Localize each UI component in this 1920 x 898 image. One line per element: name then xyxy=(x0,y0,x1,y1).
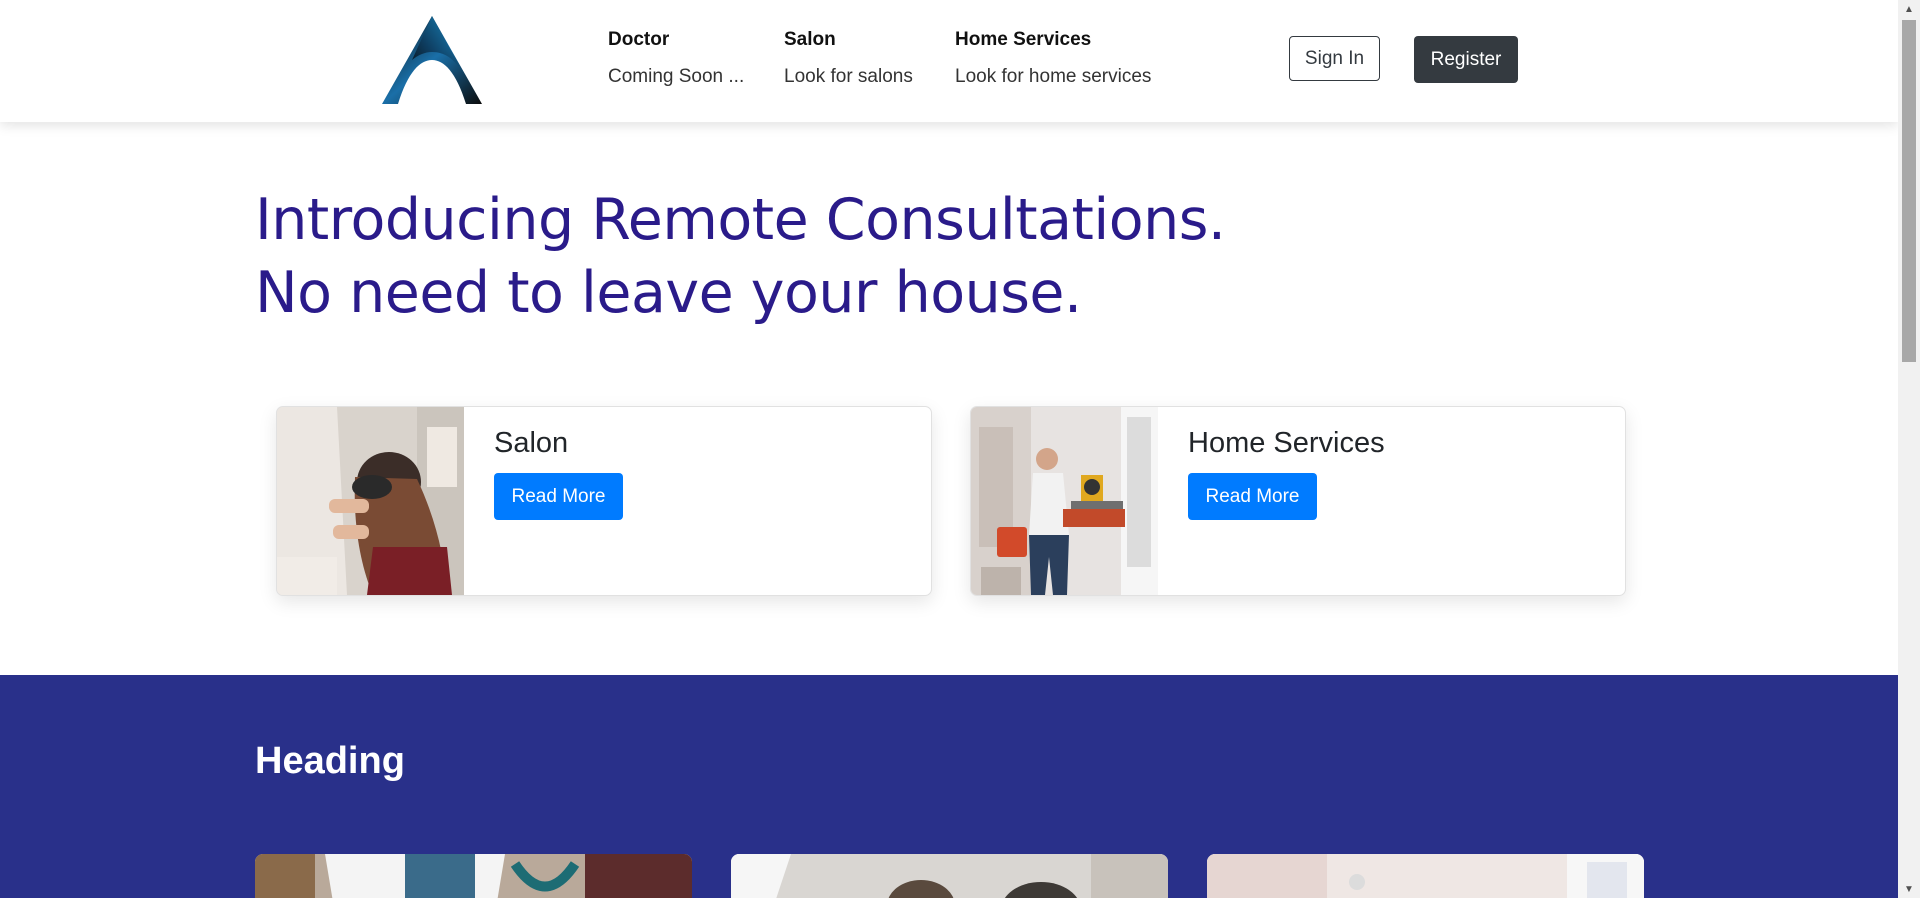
brand-logo[interactable] xyxy=(380,14,484,106)
service-card-salon: Salon Read More xyxy=(276,406,932,596)
brand-logo-icon xyxy=(382,16,482,104)
register-button[interactable]: Register xyxy=(1414,36,1518,83)
featured-section: Heading xyxy=(0,675,1898,898)
home-services-read-more-button[interactable]: Read More xyxy=(1188,473,1317,520)
scroll-up-icon[interactable]: ▲ xyxy=(1898,0,1920,18)
doctor-image xyxy=(255,854,692,898)
nav-title: Salon xyxy=(784,29,836,50)
salon-read-more-button[interactable]: Read More xyxy=(494,473,623,520)
hero-line-1: Introducing Remote Consultations. xyxy=(255,187,1226,253)
nav-item-doctor[interactable]: Doctor Coming Soon ... xyxy=(608,26,744,91)
scrollbar-thumb[interactable] xyxy=(1902,20,1916,362)
nav-title: Doctor xyxy=(608,29,670,50)
hero-line-2: No need to leave your house. xyxy=(255,260,1082,326)
salon-image xyxy=(277,407,464,595)
page: Doctor Coming Soon ... Salon Look for sa… xyxy=(0,0,1898,898)
service-title: Salon xyxy=(494,427,569,459)
page-scrollbar[interactable]: ▲ ▼ xyxy=(1898,0,1920,898)
nav-title: Home Services xyxy=(955,29,1092,50)
scroll-down-icon[interactable]: ▼ xyxy=(1898,880,1920,898)
nav-subtitle: Look for salons xyxy=(784,66,913,87)
featured-card-2[interactable] xyxy=(731,854,1168,898)
featured-card-1[interactable] xyxy=(255,854,692,898)
section-heading: Heading xyxy=(255,740,405,782)
service-card-home-services: Home Services Read More xyxy=(970,406,1626,596)
home-services-image xyxy=(971,407,1158,595)
featured-card-3[interactable] xyxy=(1207,854,1644,898)
site-header: Doctor Coming Soon ... Salon Look for sa… xyxy=(0,0,1898,122)
service-title: Home Services xyxy=(1188,427,1385,459)
hero-title: Introducing Remote Consultations. No nee… xyxy=(255,184,1226,330)
consultation-image xyxy=(731,854,1168,898)
nav-subtitle: Coming Soon ... xyxy=(608,66,745,87)
nav-item-salon[interactable]: Salon Look for salons xyxy=(784,26,913,91)
sign-in-button[interactable]: Sign In xyxy=(1289,36,1380,81)
interior-image xyxy=(1207,854,1644,898)
nav-item-home-services[interactable]: Home Services Look for home services xyxy=(955,26,1151,91)
nav-subtitle: Look for home services xyxy=(955,66,1152,87)
